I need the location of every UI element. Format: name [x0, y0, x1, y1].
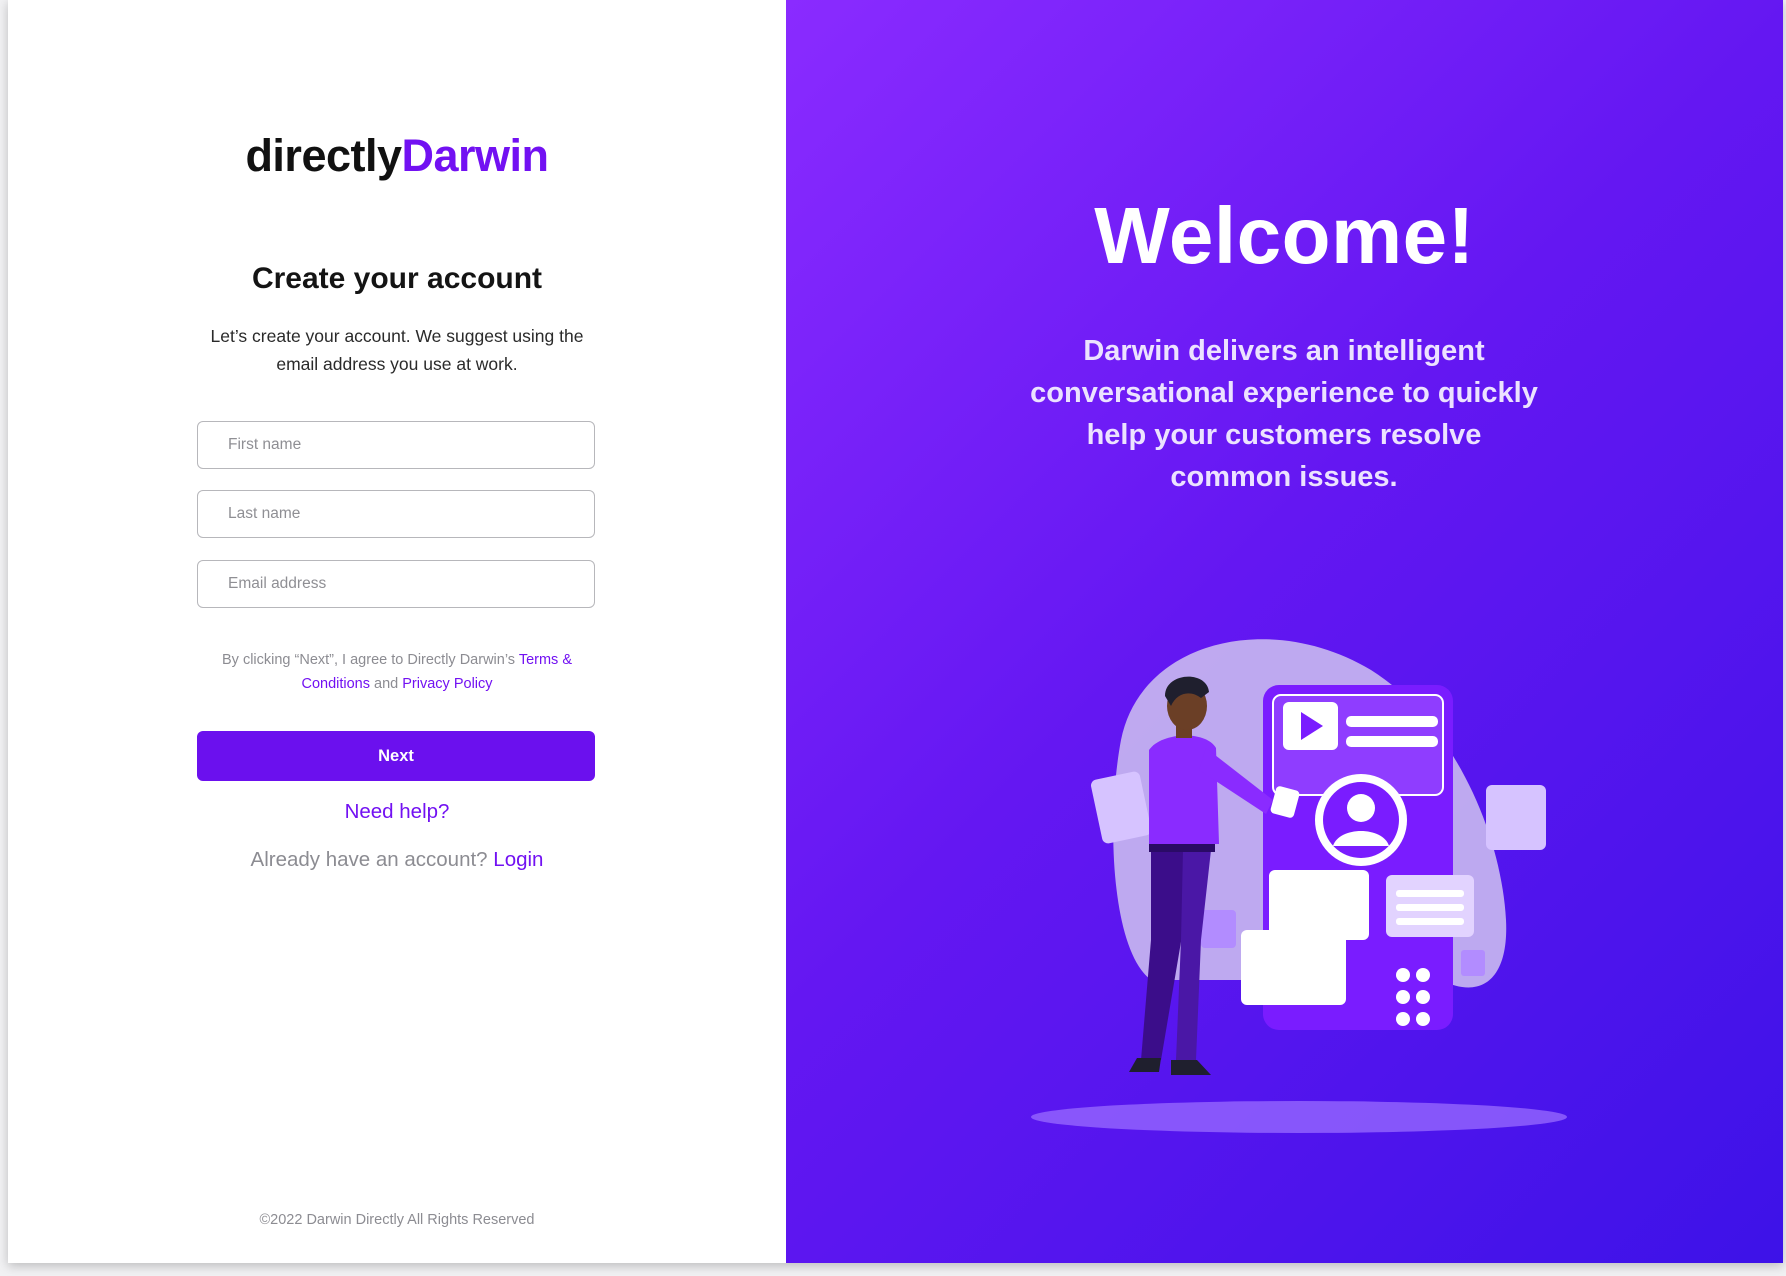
- privacy-policy-link[interactable]: Privacy Policy: [402, 676, 492, 692]
- content-card-1: [1269, 870, 1369, 940]
- avatar-head: [1347, 794, 1375, 822]
- content-line-a: [1396, 890, 1464, 897]
- logo-part-directly: directly: [245, 130, 402, 181]
- terms-notice: By clicking “Next”, I agree to Directly …: [197, 648, 597, 696]
- content-card-3: [1241, 930, 1346, 1005]
- login-link[interactable]: Login: [493, 848, 543, 871]
- terms-conjunction: and: [374, 676, 399, 692]
- need-help-link[interactable]: Need help?: [345, 800, 450, 823]
- terms-prefix: By clicking “Next”, I agree to Directly …: [222, 652, 516, 668]
- first-name-field[interactable]: [197, 421, 595, 469]
- welcome-panel: Welcome! Darwin delivers an intelligent …: [786, 0, 1783, 1263]
- floating-card-right: [1486, 785, 1546, 850]
- need-help-link-row: Need help?: [8, 800, 786, 824]
- copyright-footer: ©2022 Darwin Directly All Rights Reserve…: [259, 1212, 535, 1228]
- last-name-field[interactable]: [197, 490, 595, 538]
- login-prompt: Already have an account?: [250, 848, 488, 871]
- ground-shadow: [1031, 1101, 1567, 1133]
- brand-logo: directlyDarwin: [8, 130, 786, 182]
- floating-square-left: [1201, 910, 1236, 948]
- page-subtitle: Let’s create your account. We suggest us…: [210, 326, 584, 374]
- content-line-b: [1396, 904, 1464, 911]
- text-line-1: [1346, 716, 1438, 727]
- login-row: Already have an account? Login: [8, 848, 786, 872]
- floating-square-small: [1461, 950, 1485, 976]
- text-line-2: [1346, 736, 1438, 747]
- page-frame: directlyDarwin Create your account Let’s…: [8, 0, 1783, 1263]
- page-title: Create your account: [251, 262, 543, 295]
- logo-part-darwin: Darwin: [401, 130, 550, 181]
- email-field[interactable]: [197, 560, 595, 608]
- next-button[interactable]: Next: [197, 731, 595, 781]
- welcome-heading: Welcome!: [1094, 191, 1475, 280]
- person-with-phone-illustration: [1031, 639, 1567, 1133]
- content-line-c: [1396, 918, 1464, 925]
- signup-panel: directlyDarwin Create your account Let’s…: [8, 0, 786, 1263]
- welcome-tagline: Darwin delivers an intelligent conversat…: [1030, 335, 1538, 493]
